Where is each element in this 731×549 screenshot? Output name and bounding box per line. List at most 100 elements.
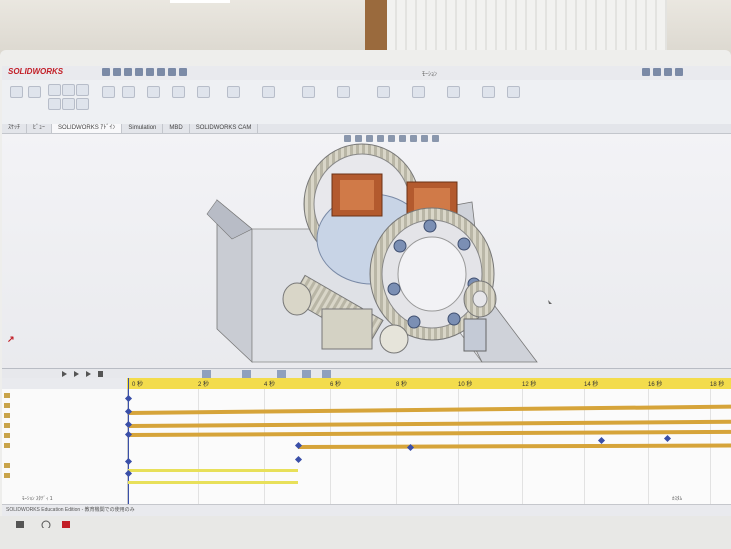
add-key-icon[interactable] bbox=[322, 370, 331, 378]
start-icon[interactable] bbox=[16, 521, 24, 528]
tab-mbd[interactable]: MBD bbox=[163, 124, 190, 133]
linear-pattern-icon[interactable] bbox=[197, 86, 210, 98]
front-gear-bore bbox=[397, 236, 467, 312]
tree-item[interactable] bbox=[4, 433, 84, 439]
search-icon[interactable] bbox=[41, 520, 51, 528]
taskbar bbox=[16, 520, 70, 528]
ruler-tick: 4 秒 bbox=[264, 382, 276, 388]
play-from-start-icon[interactable] bbox=[74, 371, 79, 377]
spline-icon[interactable] bbox=[62, 98, 75, 110]
minimize-icon[interactable] bbox=[653, 68, 661, 76]
rapid-sketch-icon[interactable] bbox=[377, 86, 390, 98]
window-title: ﾓｰｼｮﾝ bbox=[422, 72, 438, 78]
circle-icon[interactable] bbox=[76, 84, 89, 96]
timeline-bar[interactable] bbox=[128, 469, 298, 472]
tree-item[interactable] bbox=[4, 413, 84, 419]
open-icon[interactable] bbox=[113, 68, 121, 76]
tree-item[interactable] bbox=[4, 403, 84, 409]
save-animation-icon[interactable] bbox=[242, 370, 251, 378]
save-icon[interactable] bbox=[124, 68, 132, 76]
quick-snaps-icon[interactable] bbox=[337, 86, 350, 98]
tab-solidworks-addins[interactable]: SOLIDWORKS ｱﾄﾞｲﾝ bbox=[52, 124, 123, 133]
rectangle-icon[interactable] bbox=[62, 84, 75, 96]
animation-wizard-icon[interactable] bbox=[277, 370, 286, 378]
edition-text: SOLIDWORKS Education Edition - 教育機関での使用の… bbox=[6, 507, 135, 513]
bolt bbox=[407, 315, 421, 329]
shaft-end bbox=[379, 324, 409, 354]
pinion-gear-lower bbox=[321, 308, 373, 350]
smart-dimension-icon[interactable] bbox=[28, 86, 41, 98]
pinion-hub bbox=[472, 290, 488, 308]
tree-item[interactable] bbox=[4, 443, 84, 449]
display-relations-icon[interactable] bbox=[262, 86, 275, 98]
sketch-picture-icon[interactable] bbox=[482, 86, 495, 98]
move-entities-icon[interactable] bbox=[227, 86, 240, 98]
timeline-ruler[interactable] bbox=[127, 378, 731, 389]
ruler-tick: 12 秒 bbox=[522, 382, 537, 388]
tree-item[interactable] bbox=[4, 393, 94, 399]
timeline-gridline bbox=[198, 389, 199, 504]
ruler-tick: 6 秒 bbox=[330, 382, 342, 388]
tree-item[interactable] bbox=[4, 473, 94, 479]
motor-mount bbox=[463, 318, 487, 352]
options-icon[interactable] bbox=[179, 68, 187, 76]
ruler-tick: 2 秒 bbox=[198, 382, 210, 388]
check-sketch-icon[interactable] bbox=[507, 86, 520, 98]
mouse-cursor bbox=[548, 300, 552, 304]
window-controls bbox=[642, 68, 683, 77]
help-icon[interactable] bbox=[642, 68, 650, 76]
ruler-tick: 10 秒 bbox=[458, 382, 473, 388]
arc-icon[interactable] bbox=[48, 98, 61, 110]
line-icon[interactable] bbox=[48, 84, 61, 96]
app-logo[interactable]: SOLIDWORKS bbox=[8, 67, 63, 76]
offset-icon[interactable] bbox=[147, 86, 160, 98]
play-icon[interactable] bbox=[62, 371, 67, 377]
units-indicator[interactable]: ｶｽﾀﾑ bbox=[672, 495, 682, 502]
tab-view[interactable]: ﾋﾞｭｰ bbox=[27, 124, 53, 133]
ruler-tick: 0 秒 bbox=[132, 382, 144, 388]
wooden-pillar bbox=[365, 0, 387, 52]
solidworks-taskbar-icon[interactable] bbox=[62, 521, 70, 528]
motion-study-tab[interactable]: ﾓｰｼｮﾝ ｽﾀﾃﾞｨ 1 bbox=[22, 495, 53, 502]
bolt bbox=[393, 239, 407, 253]
tree-item[interactable] bbox=[4, 463, 94, 469]
ruler-tick: 16 秒 bbox=[648, 382, 663, 388]
bolt bbox=[447, 312, 461, 326]
select-icon[interactable] bbox=[157, 68, 165, 76]
timeline-gridline bbox=[264, 389, 265, 504]
ruler-tick: 8 秒 bbox=[396, 382, 408, 388]
copper-block-left-face bbox=[340, 180, 374, 210]
shaft-end bbox=[282, 282, 312, 316]
tab-simulation[interactable]: Simulation bbox=[122, 124, 164, 133]
bolt bbox=[457, 237, 471, 251]
gear-assembly-model[interactable] bbox=[2, 134, 731, 368]
print-icon[interactable] bbox=[135, 68, 143, 76]
shaded-sketch-icon[interactable] bbox=[447, 86, 460, 98]
tree-item[interactable] bbox=[4, 423, 84, 429]
ruler-tick: 18 秒 bbox=[710, 382, 725, 388]
tab-sketch[interactable]: ｽｹｯﾁ bbox=[2, 124, 28, 133]
command-tabs: ｽｹｯﾁ ﾋﾞｭｰ SOLIDWORKS ｱﾄﾞｲﾝ Simulation MB… bbox=[2, 124, 731, 134]
polygon-icon[interactable] bbox=[76, 98, 89, 110]
playback-speed-icon[interactable] bbox=[202, 370, 211, 378]
close-icon[interactable] bbox=[675, 68, 683, 76]
step-icon[interactable] bbox=[86, 371, 91, 377]
repair-sketch-icon[interactable] bbox=[302, 86, 315, 98]
bolt bbox=[423, 219, 437, 233]
mirror-icon[interactable] bbox=[172, 86, 185, 98]
trim-icon[interactable] bbox=[102, 86, 115, 98]
rebuild-icon[interactable] bbox=[168, 68, 176, 76]
convert-entities-icon[interactable] bbox=[122, 86, 135, 98]
ceiling-lamp bbox=[170, 0, 230, 3]
maximize-icon[interactable] bbox=[664, 68, 672, 76]
tab-solidworks-cam[interactable]: SOLIDWORKS CAM bbox=[190, 124, 259, 133]
autokey-icon[interactable] bbox=[302, 370, 311, 378]
undo-icon[interactable] bbox=[146, 68, 154, 76]
timeline-bar[interactable] bbox=[128, 481, 298, 484]
bolt bbox=[387, 282, 401, 296]
new-icon[interactable] bbox=[102, 68, 110, 76]
instant2d-icon[interactable] bbox=[412, 86, 425, 98]
sketch-icon[interactable] bbox=[10, 86, 23, 98]
quick-access-toolbar bbox=[102, 68, 187, 77]
stop-icon[interactable] bbox=[98, 371, 103, 377]
